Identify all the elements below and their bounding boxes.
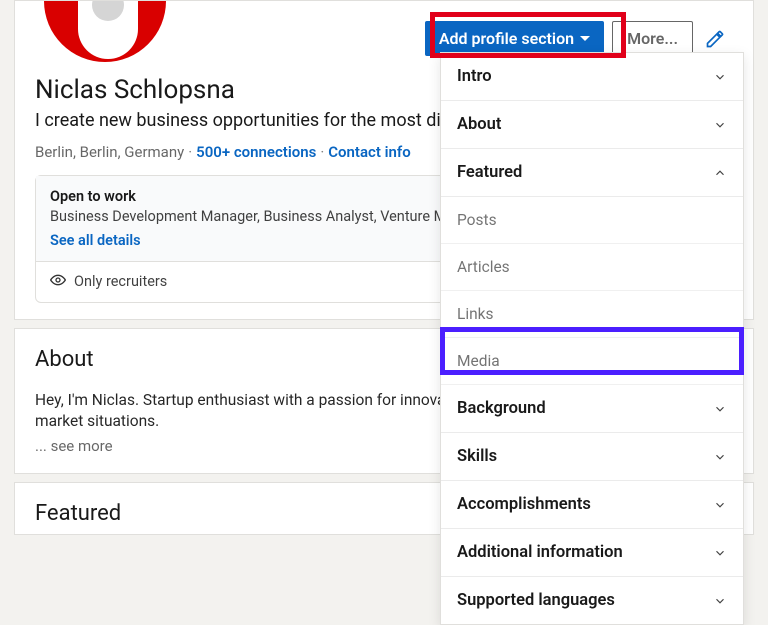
dd-intro[interactable]: Intro [441,53,743,101]
dd-accomplishments[interactable]: Accomplishments [441,481,743,529]
chevron-down-icon [713,402,727,416]
avatar[interactable] [41,1,169,65]
more-button[interactable]: More... [612,21,693,56]
dd-additional-info[interactable]: Additional information [441,529,743,577]
dd-skills-label: Skills [457,447,497,466]
dd-links[interactable]: Links [441,291,743,338]
edit-profile-button[interactable] [701,25,729,53]
dd-supported-languages-label: Supported languages [457,591,615,610]
connections-link[interactable]: 500+ connections [196,143,316,161]
chevron-down-icon [713,70,727,84]
dd-posts[interactable]: Posts [441,197,743,244]
pencil-icon [705,29,725,49]
avatar-wrap [41,1,169,65]
dd-additional-info-label: Additional information [457,543,623,562]
separator-dot: · [320,143,324,161]
dd-articles[interactable]: Articles [441,244,743,291]
dd-about[interactable]: About [441,101,743,149]
more-button-label: More... [627,29,678,48]
visibility-text: Only recruiters [74,273,167,290]
chevron-down-icon [713,118,727,132]
eye-icon [50,272,66,292]
profile-location: Berlin, Berlin, Germany [35,143,184,161]
dd-about-label: About [457,115,501,134]
dd-featured-label: Featured [457,163,522,182]
dd-skills[interactable]: Skills [441,433,743,481]
dd-background[interactable]: Background [441,385,743,433]
dd-accomplishments-label: Accomplishments [457,495,591,514]
contact-info-link[interactable]: Contact info [328,143,410,161]
add-profile-section-dropdown: Intro About Featured Posts Articles Link… [440,52,744,625]
chevron-down-icon [713,498,727,512]
profile-actions: Add profile section More... [425,1,733,56]
dd-featured[interactable]: Featured [441,149,743,197]
chevron-down-icon [713,594,727,608]
chevron-down-icon [713,450,727,464]
caret-down-icon [580,36,590,41]
separator-dot: · [188,143,192,161]
add-profile-section-label: Add profile section [439,29,574,48]
dd-background-label: Background [457,399,546,418]
chevron-up-icon [713,166,727,180]
dd-media[interactable]: Media [441,338,743,385]
add-profile-section-button[interactable]: Add profile section [425,21,604,56]
chevron-down-icon [713,546,727,560]
dd-intro-label: Intro [457,67,492,86]
dd-supported-languages[interactable]: Supported languages [441,577,743,624]
